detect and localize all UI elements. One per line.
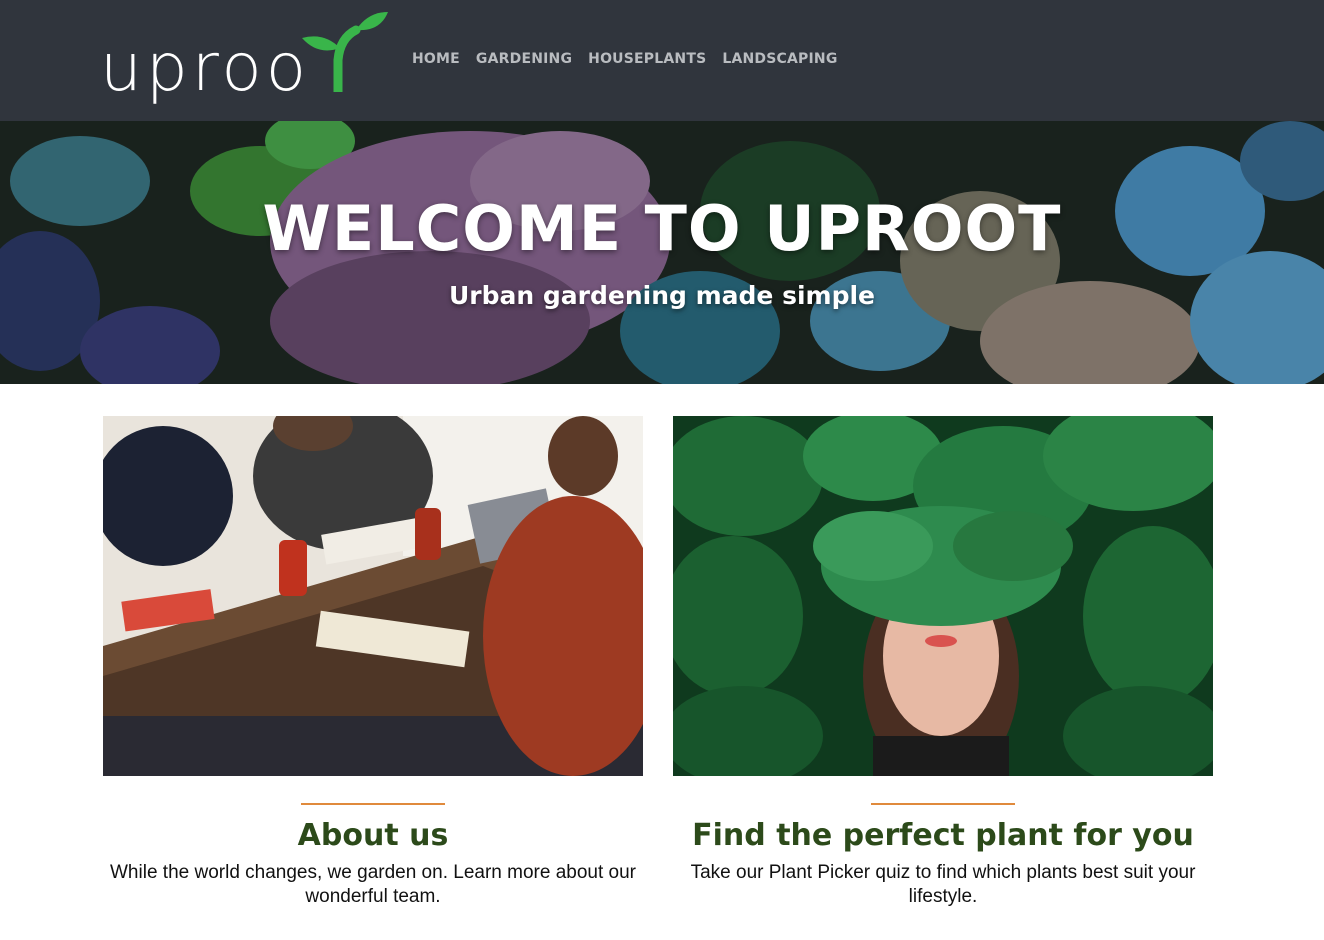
logo-link[interactable]: uproo [100, 8, 392, 112]
site-header: uproo HOME GARDENING HOUSEPLANTS LANDSCA… [0, 0, 1324, 121]
nav-item-houseplants: HOUSEPLANTS [588, 48, 706, 70]
team-meeting-image[interactable] [103, 416, 643, 776]
card-divider [871, 803, 1015, 805]
nav-link-home[interactable]: HOME [412, 51, 460, 67]
nav-item-gardening: GARDENING [476, 48, 572, 70]
hero-banner: WELCOME TO UPROOT Urban gardening made s… [0, 121, 1324, 384]
about-us-card: About us While the world changes, we gar… [103, 416, 643, 909]
nav-link-houseplants[interactable]: HOUSEPLANTS [588, 51, 706, 67]
plant-picker-card: Find the perfect plant for you Take our … [673, 416, 1213, 909]
card-divider [301, 803, 445, 805]
nav-item-home: HOME [412, 48, 460, 70]
team-meeting-photo [103, 416, 643, 776]
main-nav: HOME GARDENING HOUSEPLANTS LANDSCAPING [412, 48, 838, 70]
plant-picker-image[interactable] [673, 416, 1213, 776]
logo-text: uproo [100, 29, 311, 106]
plant-picker-text: Take our Plant Picker quiz to find which… [690, 862, 1196, 907]
about-us-title: About us [297, 818, 449, 853]
nav-link-gardening[interactable]: GARDENING [476, 51, 572, 67]
plant-picker-title: Find the perfect plant for you [692, 818, 1194, 853]
hero-subtitle: Urban gardening made simple [448, 281, 875, 310]
about-us-text: While the world changes, we garden on. L… [110, 862, 636, 907]
nav-link-landscaping[interactable]: LANDSCAPING [722, 51, 837, 67]
woman-in-leaves-photo [673, 416, 1213, 776]
sprout-icon [302, 12, 388, 92]
hero-title: WELCOME TO UPROOT [262, 192, 1062, 265]
nav-item-landscaping: LANDSCAPING [722, 48, 837, 70]
